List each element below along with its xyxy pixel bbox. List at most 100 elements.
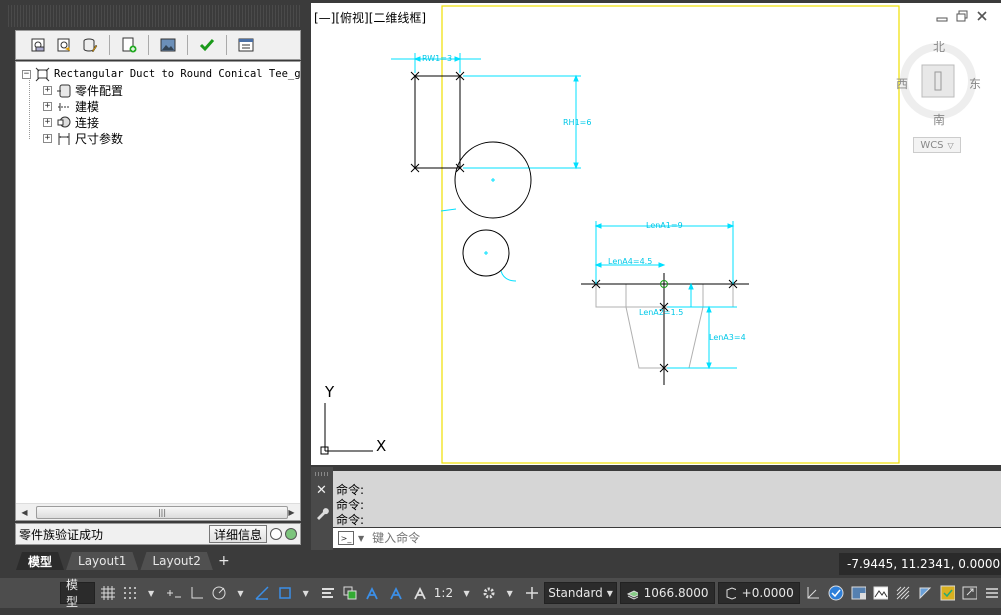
- command-window: ✕ 命令: 命令: 命令: >_ ▼: [311, 467, 1001, 550]
- auto-scale-icon[interactable]: [386, 582, 407, 604]
- selection-cycling-icon[interactable]: [340, 582, 359, 604]
- tab-layout2[interactable]: Layout2: [140, 552, 212, 570]
- object-snap-icon[interactable]: [275, 582, 294, 604]
- tree-item-connection[interactable]: + 连接: [43, 114, 99, 130]
- hardware-acceleration-icon[interactable]: [893, 582, 912, 604]
- chevron-down-icon[interactable]: ▼: [297, 582, 315, 604]
- isolate-objects-icon[interactable]: [825, 582, 846, 604]
- tree-item-modeling[interactable]: + 建模: [43, 98, 99, 114]
- plus-icon[interactable]: [522, 582, 541, 604]
- toolbar-separator: [109, 35, 110, 55]
- ucs-toggle-icon[interactable]: [803, 582, 822, 604]
- annotation-visibility-icon[interactable]: [362, 582, 383, 604]
- viewport-window-controls: [935, 9, 989, 23]
- command-input-bar[interactable]: >_ ▼: [333, 528, 1001, 548]
- gear-icon[interactable]: [479, 582, 498, 604]
- ucs-icon: [320, 403, 373, 455]
- cursor-coordinates[interactable]: -7.9445, 11.2341, 0.0000: [839, 553, 1001, 575]
- wcs-label: WCS: [920, 139, 944, 151]
- expand-icon[interactable]: +: [43, 117, 52, 127]
- quick-properties-icon[interactable]: [938, 582, 957, 604]
- list-properties-icon[interactable]: [236, 35, 256, 55]
- palette-status-bar: 零件族验证成功 详细信息: [15, 523, 301, 545]
- transparency-icon[interactable]: [915, 582, 934, 604]
- tree-root-label: Rectangular Duct to Round Conical Tee_gb: [54, 68, 301, 80]
- command-history-line: 命令:: [336, 483, 365, 497]
- annotation-scale-value[interactable]: 1:2: [432, 582, 454, 604]
- large-circle-center: [491, 178, 495, 182]
- image-icon[interactable]: [158, 35, 178, 55]
- tree-root[interactable]: − Rectangular Duct to Round Conical Tee_…: [22, 66, 301, 82]
- status-indicator-ok: [285, 528, 297, 540]
- annotation-scale-icon[interactable]: [410, 582, 429, 604]
- compass-east[interactable]: 东: [969, 75, 981, 92]
- tree-horizontal-scrollbar[interactable]: ◀ ||| ▶: [16, 503, 300, 520]
- layout-tabs: 模型 Layout1 Layout2 +: [16, 552, 233, 570]
- add-part-icon[interactable]: [119, 35, 139, 55]
- style-dropdown[interactable]: Standard ▼: [543, 582, 618, 604]
- wrench-icon[interactable]: [314, 505, 330, 524]
- command-history-line: 命令:: [336, 513, 365, 527]
- elevation-field[interactable]: 1066.8000: [620, 582, 715, 604]
- fullscreen-icon[interactable]: [960, 582, 979, 604]
- details-button[interactable]: 详细信息: [208, 525, 267, 543]
- drawing-viewport[interactable]: [—][俯视][二维线框] RW1=3 RH1=6 LenA1=9 LenA4=…: [311, 3, 1001, 465]
- menu-icon[interactable]: [982, 582, 1001, 604]
- scroll-right-icon[interactable]: ▶: [283, 504, 300, 521]
- close-icon[interactable]: [975, 9, 989, 23]
- dimension-lena1-label: LenA1=9: [646, 221, 683, 230]
- part-settings-icon[interactable]: [54, 35, 74, 55]
- ucs-y-label: Y: [324, 383, 335, 401]
- chevron-down-icon[interactable]: ▼: [458, 582, 476, 604]
- compass-south[interactable]: 南: [933, 111, 945, 128]
- palette-grip[interactable]: [8, 5, 300, 27]
- chevron-down-icon[interactable]: ▼: [142, 582, 160, 604]
- close-icon[interactable]: ✕: [316, 483, 327, 498]
- lineweight-icon[interactable]: [318, 582, 337, 604]
- tab-layout1[interactable]: Layout1: [66, 552, 138, 570]
- isometric-draft-icon[interactable]: [252, 582, 271, 604]
- command-input[interactable]: [372, 531, 673, 545]
- minimize-icon[interactable]: [935, 9, 949, 23]
- command-prompt-icon[interactable]: >_: [338, 531, 354, 545]
- polar-tracking-icon[interactable]: [209, 582, 228, 604]
- grid-icon[interactable]: [98, 582, 117, 604]
- scroll-thumb[interactable]: |||: [36, 506, 288, 519]
- add-layout-icon[interactable]: +: [215, 552, 233, 570]
- wcs-dropdown[interactable]: WCS ▽: [913, 137, 961, 153]
- database-edit-icon[interactable]: [80, 35, 100, 55]
- expand-icon[interactable]: +: [43, 85, 52, 95]
- status-bar: 模型 ▼ ▼ ▼ 1:2 ▼ ▼ Standard ▼ 1066.8000 +0…: [0, 578, 1001, 609]
- properties-panel-icon[interactable]: [849, 582, 868, 604]
- tab-model[interactable]: 模型: [16, 552, 64, 570]
- scroll-left-icon[interactable]: ◀: [16, 504, 33, 521]
- compass-west[interactable]: 西: [896, 75, 908, 92]
- chevron-down-icon[interactable]: ▼: [358, 534, 364, 543]
- chevron-down-icon[interactable]: ▼: [501, 582, 519, 604]
- compass-north[interactable]: 北: [933, 38, 945, 55]
- collapse-icon[interactable]: −: [22, 69, 31, 79]
- small-circle-leader: [500, 270, 517, 282]
- offset-value: +0.0000: [741, 586, 794, 600]
- status-indicator-empty: [270, 528, 282, 540]
- dynamic-input-icon[interactable]: [163, 582, 184, 604]
- modeling-icon: [56, 99, 72, 114]
- expand-icon[interactable]: +: [43, 133, 52, 143]
- ortho-icon[interactable]: [187, 582, 206, 604]
- expand-icon[interactable]: +: [43, 101, 52, 111]
- validate-check-icon[interactable]: [197, 35, 217, 55]
- command-window-handle[interactable]: ✕: [311, 467, 333, 550]
- snap-icon[interactable]: [120, 582, 139, 604]
- restore-icon[interactable]: [955, 9, 969, 23]
- tree-item-dimension-params[interactable]: + 尺寸参数: [43, 130, 123, 146]
- part-properties-icon[interactable]: [28, 35, 48, 55]
- chevron-down-icon: ▼: [606, 588, 613, 598]
- dimension-rh1-label: RH1=6: [563, 118, 591, 127]
- graphics-performance-icon[interactable]: [871, 582, 890, 604]
- grip-icon[interactable]: [315, 472, 329, 476]
- offset-field[interactable]: +0.0000: [717, 582, 800, 604]
- chevron-down-icon[interactable]: ▼: [231, 582, 249, 604]
- model-space-button[interactable]: 模型: [60, 578, 95, 609]
- tree-item-part-config[interactable]: + 零件配置: [43, 82, 123, 98]
- rect-corner-markers: [410, 71, 465, 173]
